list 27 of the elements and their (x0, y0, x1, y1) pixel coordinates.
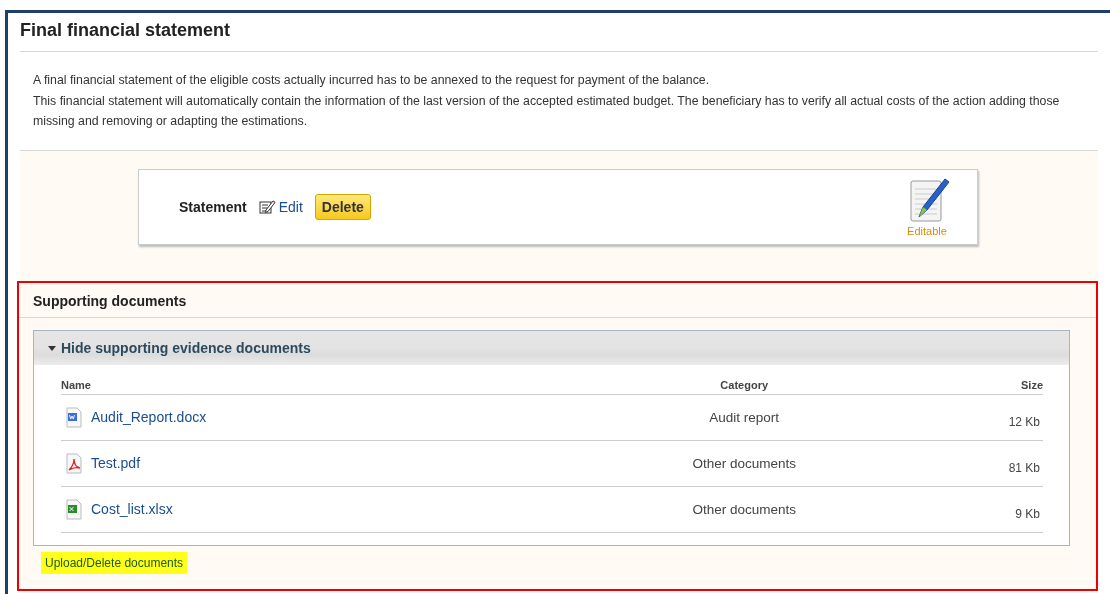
word-file-icon (65, 406, 82, 428)
intro-paragraph: This financial statement will automatically contain the information of the last version of the accepted estimated budget. The beneficiary has to verify all actual costs of the action adding those missing and removing or adapting the estimations. (33, 92, 1061, 130)
pdf-file-icon (65, 452, 82, 474)
file-link[interactable]: Test.pdf (91, 455, 141, 471)
category-cell: Other documents (564, 486, 924, 532)
section-title: Supporting documents (19, 282, 1096, 318)
file-link[interactable]: Audit_Report.docx (91, 409, 207, 425)
size-cell: 81 Kb (1008, 461, 1040, 475)
statement-label: Statement (179, 198, 247, 215)
edit-link[interactable]: Edit (258, 198, 303, 215)
category-cell: Audit report (564, 394, 924, 440)
file-link[interactable]: Cost_list.xlsx (91, 501, 173, 517)
status-label: Editable (907, 224, 947, 237)
column-header: Category (564, 372, 924, 394)
page-title: Final financial statement (20, 13, 1098, 52)
column-header: Size (923, 372, 1043, 394)
intro-paragraph: A final financial statement of the eligible costs actually incurred has to be annexed to the request for payment of the balance. (33, 72, 711, 89)
column-header: Name (61, 372, 565, 394)
caret-icon[interactable] (48, 343, 57, 352)
size-cell: 12 Kb (1008, 415, 1040, 429)
category-cell: Other documents (564, 440, 924, 486)
upload-link[interactable]: Upload/Delete documents (41, 551, 188, 574)
size-cell: 9 Kb (1015, 507, 1040, 521)
edit-icon[interactable] (258, 198, 276, 215)
toggle-button[interactable]: Hide supporting evidence documents (34, 330, 1069, 365)
delete-button[interactable]: Delete (314, 193, 371, 220)
excel-file-icon (65, 498, 82, 520)
